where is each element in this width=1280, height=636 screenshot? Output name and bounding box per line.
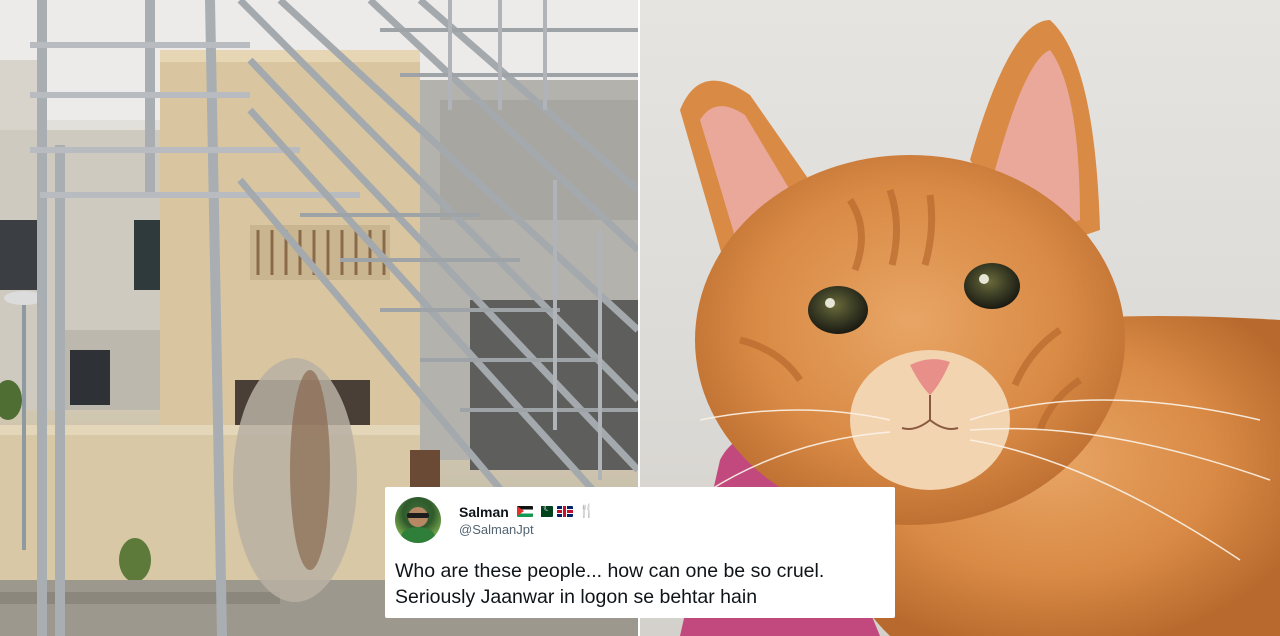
tweet-text-line-2: Seriously Jaanwar in logon se behtar hai… [395,586,758,608]
tweet-author: Salman 🍴 @SalmanJpt [459,504,595,537]
pakistan-flag-icon [536,506,553,517]
uk-flag-icon [556,506,573,517]
avatar[interactable] [395,497,441,543]
tweet-text-line-1: Who are these people... how can one be s… [395,560,825,582]
tweet-card: Salman 🍴 @SalmanJpt Who are these people… [385,487,895,618]
tweet-text: Who are these people... how can one be s… [395,558,881,610]
fork-knife-icon: 🍴 [578,504,595,519]
tweet-header: Salman 🍴 @SalmanJpt [395,497,881,543]
user-handle[interactable]: @SalmanJpt [459,522,595,537]
palestine-flag-icon [516,506,533,517]
name-row: Salman 🍴 [459,504,595,520]
display-name[interactable]: Salman [459,504,509,520]
